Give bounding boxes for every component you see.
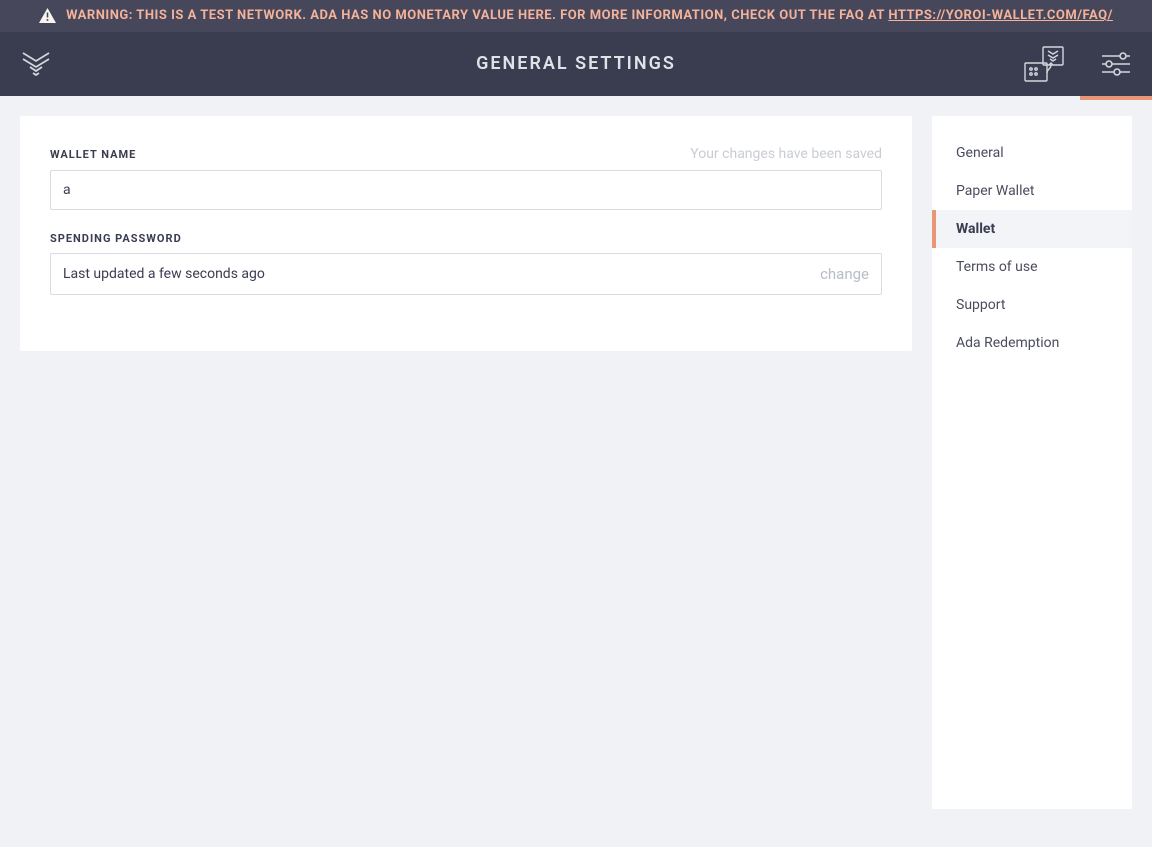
test-network-warning: WARNING: THIS IS A TEST NETWORK. ADA HAS… <box>0 0 1152 32</box>
warning-icon <box>39 8 56 23</box>
sidebar-item-support[interactable]: Support <box>932 286 1132 324</box>
wallet-name-save-status: Your changes have been saved <box>690 146 882 162</box>
wallet-name-group: WALLET NAME Your changes have been saved <box>50 146 882 210</box>
sidebar-item-general[interactable]: General <box>932 134 1132 172</box>
settings-panel: WALLET NAME Your changes have been saved… <box>20 116 912 351</box>
app-logo[interactable] <box>0 47 72 81</box>
wallet-name-label: WALLET NAME <box>50 148 136 161</box>
wallets-icon <box>1023 45 1065 83</box>
spending-password-status: Last updated a few seconds ago <box>63 266 265 282</box>
sidebar-item-label: Ada Redemption <box>956 335 1059 351</box>
settings-sidebar: General Paper Wallet Wallet Terms of use… <box>932 116 1132 809</box>
settings-nav-button[interactable] <box>1080 32 1152 96</box>
spending-password-group: SPENDING PASSWORD Last updated a few sec… <box>50 232 882 295</box>
sidebar-item-paper-wallet[interactable]: Paper Wallet <box>932 172 1132 210</box>
sidebar-item-label: Wallet <box>956 221 995 237</box>
sidebar-item-terms-of-use[interactable]: Terms of use <box>932 248 1132 286</box>
warning-text: WARNING: THIS IS A TEST NETWORK. ADA HAS… <box>66 8 888 23</box>
spending-password-row: Last updated a few seconds ago change <box>50 253 882 295</box>
sidebar-item-label: General <box>956 145 1004 161</box>
wallet-name-input[interactable] <box>50 170 882 210</box>
sidebar-item-label: Terms of use <box>956 259 1038 275</box>
sidebar-item-wallet[interactable]: Wallet <box>932 210 1132 248</box>
sidebar-item-label: Support <box>956 297 1005 313</box>
spending-password-label: SPENDING PASSWORD <box>50 232 182 245</box>
page-title: GENERAL SETTINGS <box>476 53 676 74</box>
sidebar-item-label: Paper Wallet <box>956 183 1035 199</box>
top-bar: GENERAL SETTINGS <box>0 32 1152 96</box>
change-password-link[interactable]: change <box>820 265 869 283</box>
yoroi-logo-icon <box>19 47 53 81</box>
warning-faq-link[interactable]: HTTPS://YOROI-WALLET.COM/FAQ/ <box>888 8 1113 23</box>
sidebar-item-ada-redemption[interactable]: Ada Redemption <box>932 324 1132 362</box>
settings-sliders-icon <box>1100 51 1132 77</box>
wallets-nav-button[interactable] <box>1008 32 1080 96</box>
